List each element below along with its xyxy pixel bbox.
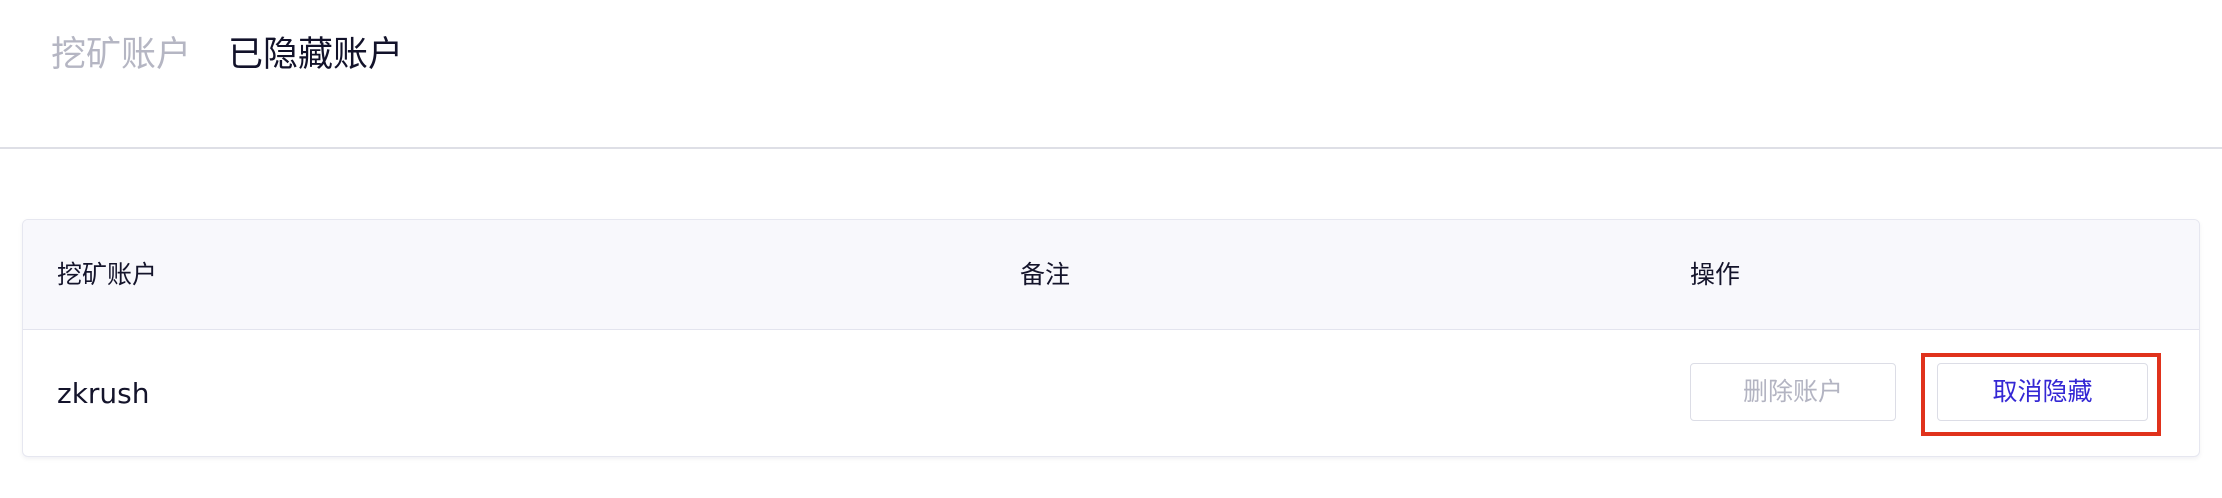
tab-mining-accounts[interactable]: 挖矿账户	[51, 30, 191, 80]
unhide-account-button[interactable]: 取消隐藏	[1937, 363, 2148, 421]
column-header-remark: 备注	[1020, 260, 1071, 289]
tab-hidden-accounts[interactable]: 已隐藏账户	[228, 30, 403, 80]
delete-account-button[interactable]: 删除账户	[1690, 363, 1896, 421]
column-header-account: 挖矿账户	[57, 260, 158, 289]
table-header: 挖矿账户 备注 操作	[23, 220, 2199, 330]
table-row: zkrush 删除账户 取消隐藏	[23, 330, 2199, 456]
account-name-cell: zkrush	[57, 377, 150, 410]
account-tabs: 挖矿账户 已隐藏账户	[0, 0, 2222, 149]
column-header-actions: 操作	[1690, 260, 1741, 289]
accounts-table: 挖矿账户 备注 操作 zkrush 删除账户 取消隐藏	[22, 219, 2200, 457]
